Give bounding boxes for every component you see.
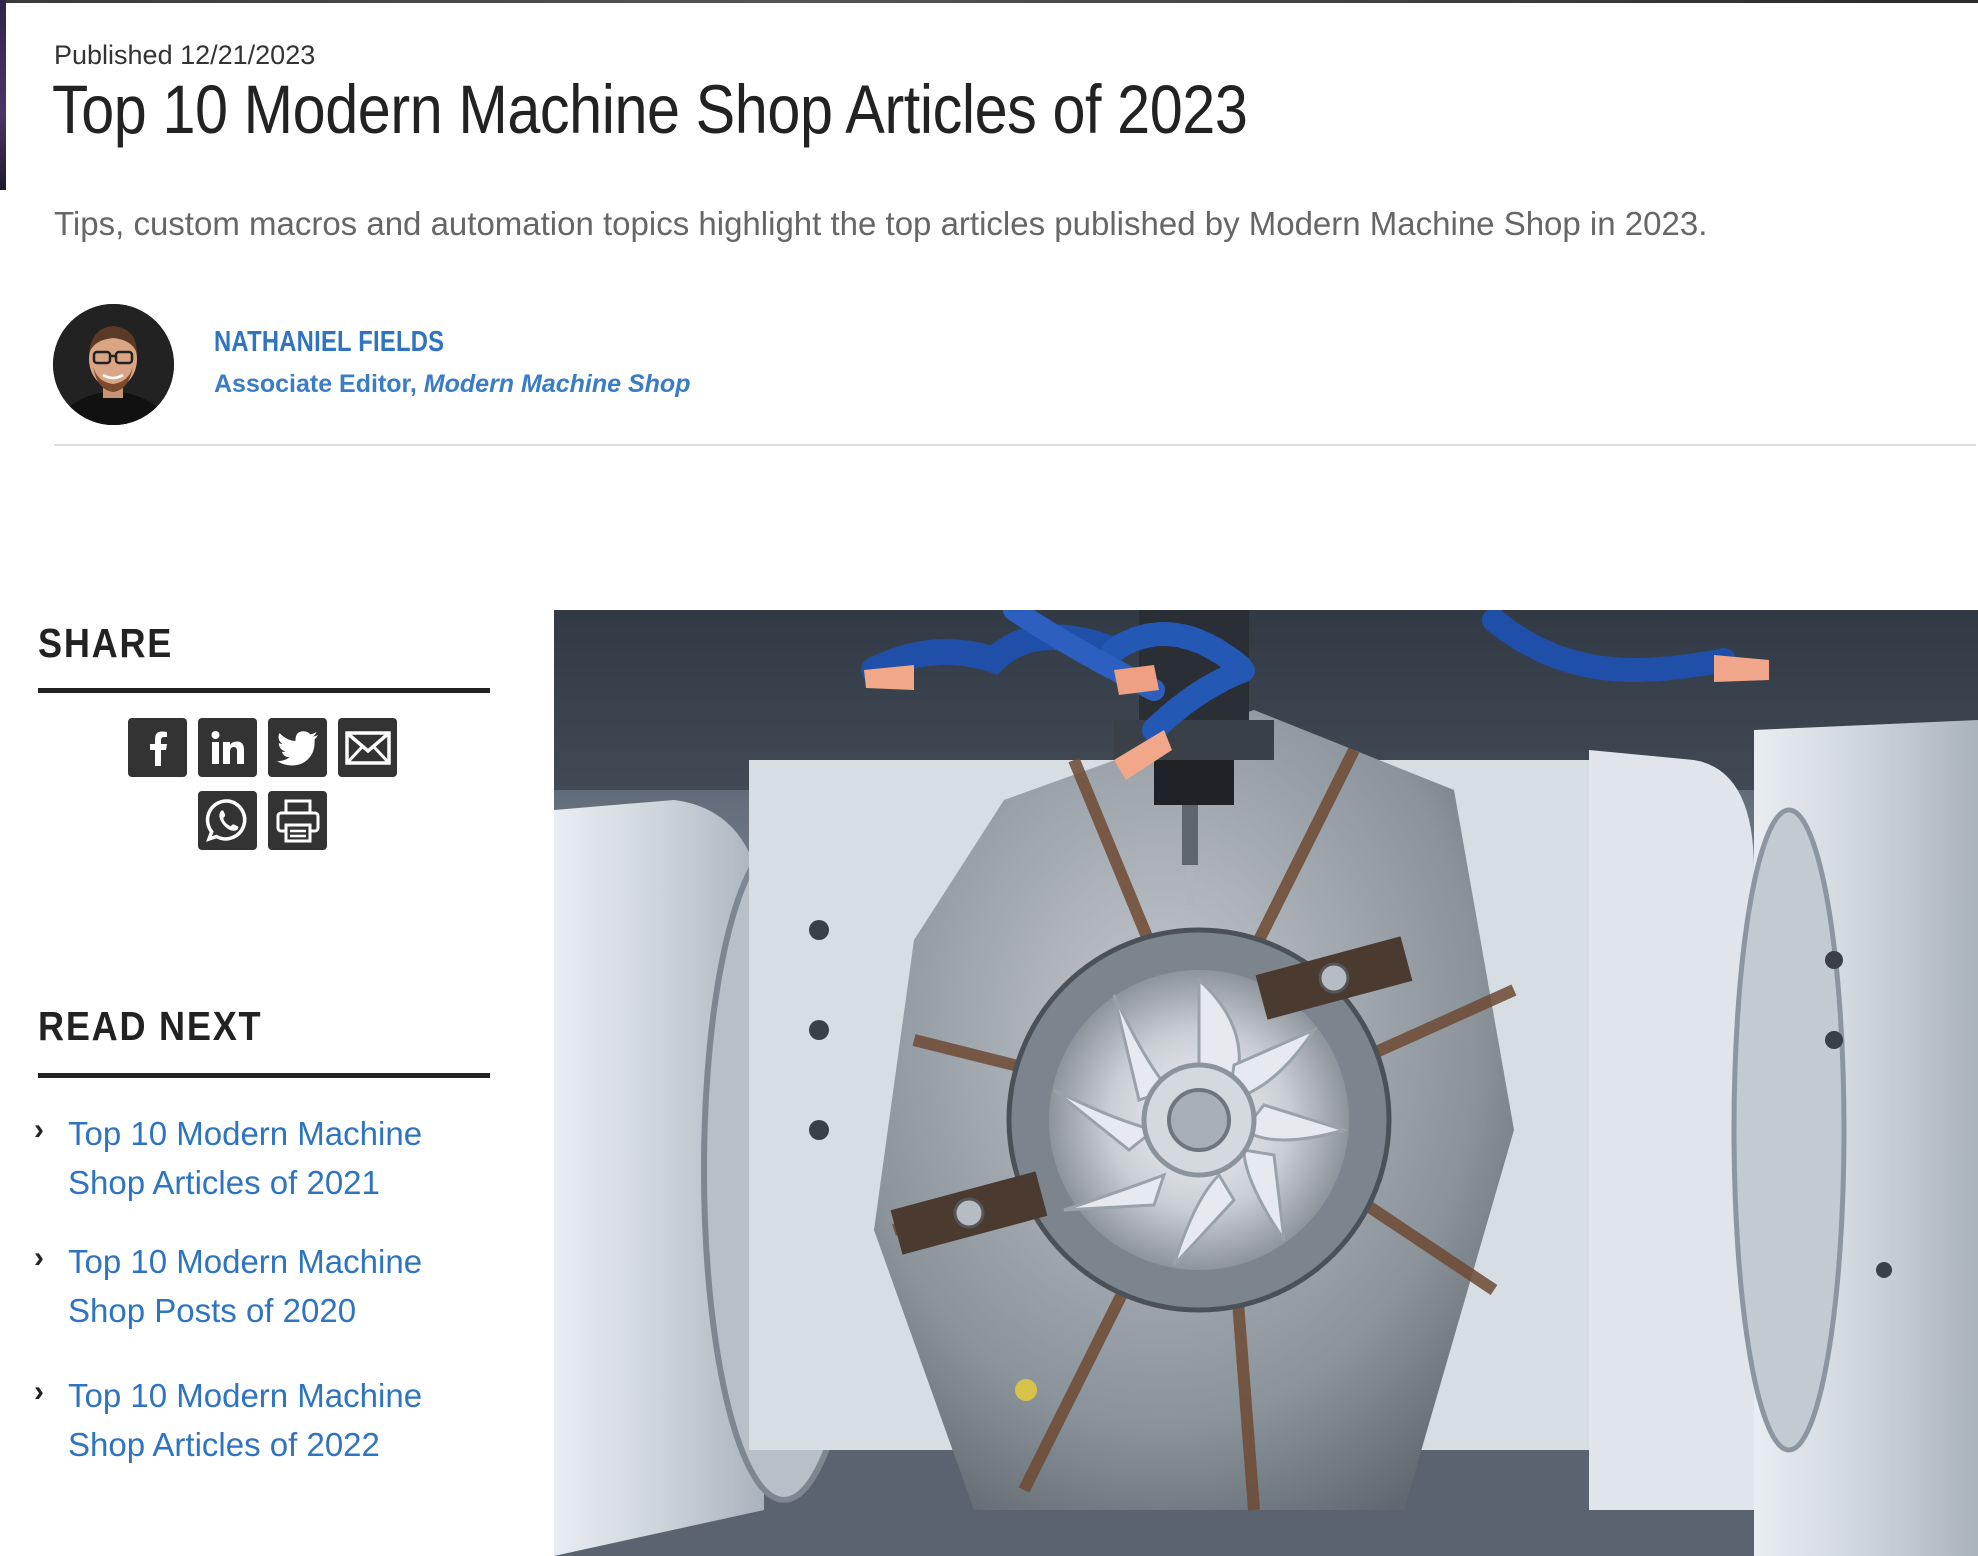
read-next-heading-rule bbox=[38, 1073, 490, 1078]
article-hero-image bbox=[554, 610, 1978, 1556]
author-photo bbox=[53, 304, 174, 425]
author-publication-link[interactable]: Modern Machine Shop bbox=[424, 370, 691, 398]
share-twitter-button[interactable] bbox=[268, 718, 327, 777]
share-print-button[interactable] bbox=[268, 791, 327, 850]
share-linkedin-button[interactable] bbox=[198, 718, 257, 777]
page-title: Top 10 Modern Machine Shop Articles of 2… bbox=[52, 71, 1248, 148]
share-heading: SHARE bbox=[38, 620, 174, 666]
author-divider bbox=[54, 444, 1976, 446]
print-icon bbox=[276, 799, 319, 842]
author-name-link[interactable]: NATHANIEL FIELDS bbox=[214, 326, 444, 359]
article-subtitle: Tips, custom macros and automation topic… bbox=[54, 205, 1708, 242]
share-facebook-button[interactable] bbox=[128, 718, 187, 777]
published-date: Published 12/21/2023 bbox=[54, 40, 316, 70]
share-whatsapp-button[interactable] bbox=[198, 791, 257, 850]
read-next-link[interactable]: Top 10 Modern Machine Shop Articles of 2… bbox=[68, 1109, 478, 1207]
share-email-button[interactable] bbox=[338, 718, 397, 777]
read-next-link[interactable]: Top 10 Modern Machine Shop Posts of 2020 bbox=[68, 1237, 478, 1335]
chevron-right-icon: › bbox=[34, 1375, 44, 1408]
read-next-link[interactable]: Top 10 Modern Machine Shop Articles of 2… bbox=[68, 1371, 478, 1469]
cnc-machine-image bbox=[554, 610, 1978, 1556]
share-heading-rule bbox=[38, 688, 490, 693]
whatsapp-icon bbox=[205, 798, 246, 842]
author-role-title: Associate Editor, bbox=[214, 370, 424, 398]
read-next-heading: READ NEXT bbox=[38, 1003, 263, 1049]
linkedin-icon bbox=[211, 730, 244, 764]
left-edge-accent bbox=[0, 0, 6, 190]
email-icon bbox=[344, 730, 391, 765]
chevron-right-icon: › bbox=[34, 1113, 44, 1146]
author-role: Associate Editor, Modern Machine Shop bbox=[214, 370, 690, 399]
top-border bbox=[0, 0, 1978, 3]
twitter-icon bbox=[276, 730, 318, 765]
chevron-right-icon: › bbox=[34, 1241, 44, 1274]
author-avatar[interactable] bbox=[53, 304, 174, 425]
facebook-icon bbox=[149, 731, 167, 766]
